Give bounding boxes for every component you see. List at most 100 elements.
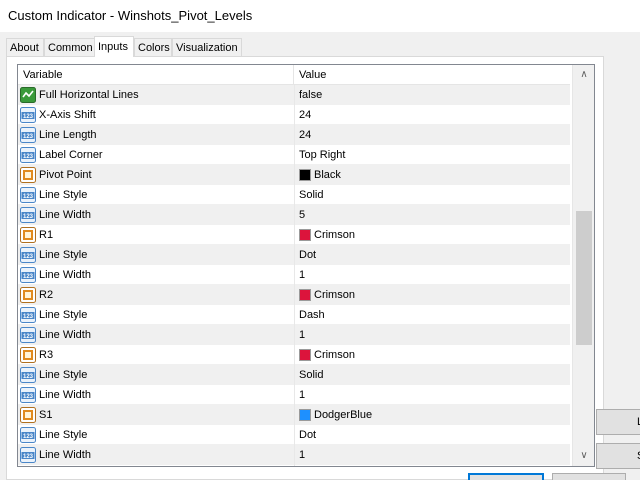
value-label: 1 <box>299 329 306 341</box>
variable-cell[interactable]: S1 <box>18 405 294 425</box>
variable-cell[interactable]: 123 Line Style <box>18 425 294 445</box>
value-cell[interactable]: 1 <box>294 385 570 405</box>
int-icon: 123 <box>20 147 36 163</box>
value-cell[interactable]: 24 <box>294 125 570 145</box>
table-row[interactable]: 123 Line Width 1 <box>18 385 570 405</box>
svg-text:123: 123 <box>23 314 34 320</box>
int-icon: 123 <box>20 247 36 263</box>
variable-cell[interactable]: 123 Label Corner <box>18 145 294 165</box>
cancel-button[interactable] <box>552 473 626 480</box>
variable-cell[interactable]: 123 Line Style <box>18 365 294 385</box>
variable-cell[interactable] <box>18 465 294 466</box>
value-cell[interactable]: Solid <box>294 185 570 205</box>
table-row[interactable]: S1 DodgerBlue <box>18 405 570 425</box>
variable-cell[interactable]: 123 Line Width <box>18 205 294 225</box>
int-icon: 123 <box>20 207 36 223</box>
variable-cell[interactable]: R2 <box>18 285 294 305</box>
table-row[interactable]: 123 Line Style Solid <box>18 185 570 205</box>
table-row[interactable]: 123 Line Width 1 <box>18 445 570 465</box>
tab-inputs[interactable]: Inputs <box>94 36 134 57</box>
variable-cell[interactable]: Full Horizontal Lines <box>18 85 294 105</box>
value-cell[interactable]: Black <box>294 165 570 185</box>
variable-cell[interactable]: 123 Line Width <box>18 325 294 345</box>
int-icon: 123 <box>20 267 36 283</box>
tab-colors[interactable]: Colors <box>134 38 172 56</box>
variable-label: Line Style <box>39 429 88 441</box>
value-cell[interactable]: Dot <box>294 245 570 265</box>
value-cell[interactable]: Top Right <box>294 145 570 165</box>
variable-cell[interactable]: 123 Line Width <box>18 385 294 405</box>
value-label: Black <box>314 169 341 181</box>
tab-common[interactable]: Common <box>44 38 95 56</box>
table-row[interactable]: Full Horizontal Lines false <box>18 85 570 105</box>
value-cell[interactable]: Solid <box>294 365 570 385</box>
table-row[interactable]: R2 Crimson <box>18 285 570 305</box>
value-cell[interactable]: 24 <box>294 105 570 125</box>
variable-cell[interactable]: 123 Line Style <box>18 305 294 325</box>
value-cell[interactable]: false <box>294 85 570 105</box>
value-cell[interactable]: Dash <box>294 305 570 325</box>
value-cell[interactable]: DodgerBlue <box>294 405 570 425</box>
variable-cell[interactable]: 123 Line Style <box>18 245 294 265</box>
int-icon: 123 <box>20 367 36 383</box>
column-header-value[interactable]: Value <box>294 65 570 85</box>
value-cell[interactable]: 1 <box>294 265 570 285</box>
variable-cell[interactable]: 123 Line Width <box>18 445 294 465</box>
table-row[interactable]: 123 Line Style Dot <box>18 245 570 265</box>
variable-label: Line Width <box>39 329 91 341</box>
table-row[interactable]: 123 Line Width 1 <box>18 265 570 285</box>
variable-label: Line Style <box>39 309 88 321</box>
scroll-thumb[interactable] <box>576 211 592 345</box>
variable-label: Full Horizontal Lines <box>39 89 139 101</box>
variable-cell[interactable]: R3 <box>18 345 294 365</box>
value-cell[interactable]: Dot <box>294 425 570 445</box>
tab-about[interactable]: About <box>6 38 44 56</box>
svg-text:123: 123 <box>23 134 34 140</box>
table-row[interactable]: 123 Line Width 5 <box>18 205 570 225</box>
table-row[interactable]: 123 Line Style Dot <box>18 425 570 445</box>
variable-cell[interactable]: 123 Line Length <box>18 125 294 145</box>
ok-button[interactable] <box>468 473 544 480</box>
svg-text:123: 123 <box>23 334 34 340</box>
int-icon: 123 <box>20 107 36 123</box>
value-label: 5 <box>299 209 306 221</box>
scroll-up-icon[interactable]: ∧ <box>573 65 594 85</box>
value-cell[interactable]: 1 <box>294 445 570 465</box>
value-label: 24 <box>299 109 312 121</box>
value-cell[interactable]: 5 <box>294 205 570 225</box>
color-swatch <box>299 409 311 421</box>
scroll-down-icon[interactable]: ∨ <box>573 446 594 466</box>
table-row[interactable]: R3 Crimson <box>18 345 570 365</box>
table-row[interactable]: Pivot Point Black <box>18 165 570 185</box>
value-cell[interactable] <box>294 465 570 466</box>
variable-cell[interactable]: 123 Line Width <box>18 265 294 285</box>
table-row[interactable]: R1 Crimson <box>18 225 570 245</box>
title-bar: Custom Indicator - Winshots_Pivot_Levels <box>0 0 640 32</box>
table-row[interactable]: 123 Line Style Dash <box>18 305 570 325</box>
vertical-scrollbar[interactable]: ∧ ∨ <box>572 65 594 466</box>
variable-cell[interactable]: 123 Line Style <box>18 185 294 205</box>
table-row[interactable]: 123 Line Length 24 <box>18 125 570 145</box>
value-cell[interactable]: Crimson <box>294 225 570 245</box>
value-cell[interactable]: 1 <box>294 325 570 345</box>
color-swatch <box>299 229 311 241</box>
table-row[interactable]: 123 X-Axis Shift 24 <box>18 105 570 125</box>
save-button[interactable]: S <box>596 443 640 469</box>
variable-label: X-Axis Shift <box>39 109 96 121</box>
table-row[interactable]: 123 Line Style Solid <box>18 365 570 385</box>
variable-cell[interactable]: Pivot Point <box>18 165 294 185</box>
table-row[interactable]: 123 Label Corner Top Right <box>18 145 570 165</box>
column-header-variable[interactable]: Variable <box>18 65 293 85</box>
load-button[interactable]: L <box>596 409 640 435</box>
variable-cell[interactable]: 123 X-Axis Shift <box>18 105 294 125</box>
tab-visualization[interactable]: Visualization <box>172 38 242 56</box>
variable-label: Line Width <box>39 269 91 281</box>
value-cell[interactable]: Crimson <box>294 345 570 365</box>
table-row[interactable] <box>18 465 570 466</box>
variable-label: Line Width <box>39 209 91 221</box>
table-row[interactable]: 123 Line Width 1 <box>18 325 570 345</box>
svg-text:123: 123 <box>23 114 34 120</box>
value-cell[interactable]: Crimson <box>294 285 570 305</box>
variable-label: Line Length <box>39 129 97 141</box>
variable-cell[interactable]: R1 <box>18 225 294 245</box>
